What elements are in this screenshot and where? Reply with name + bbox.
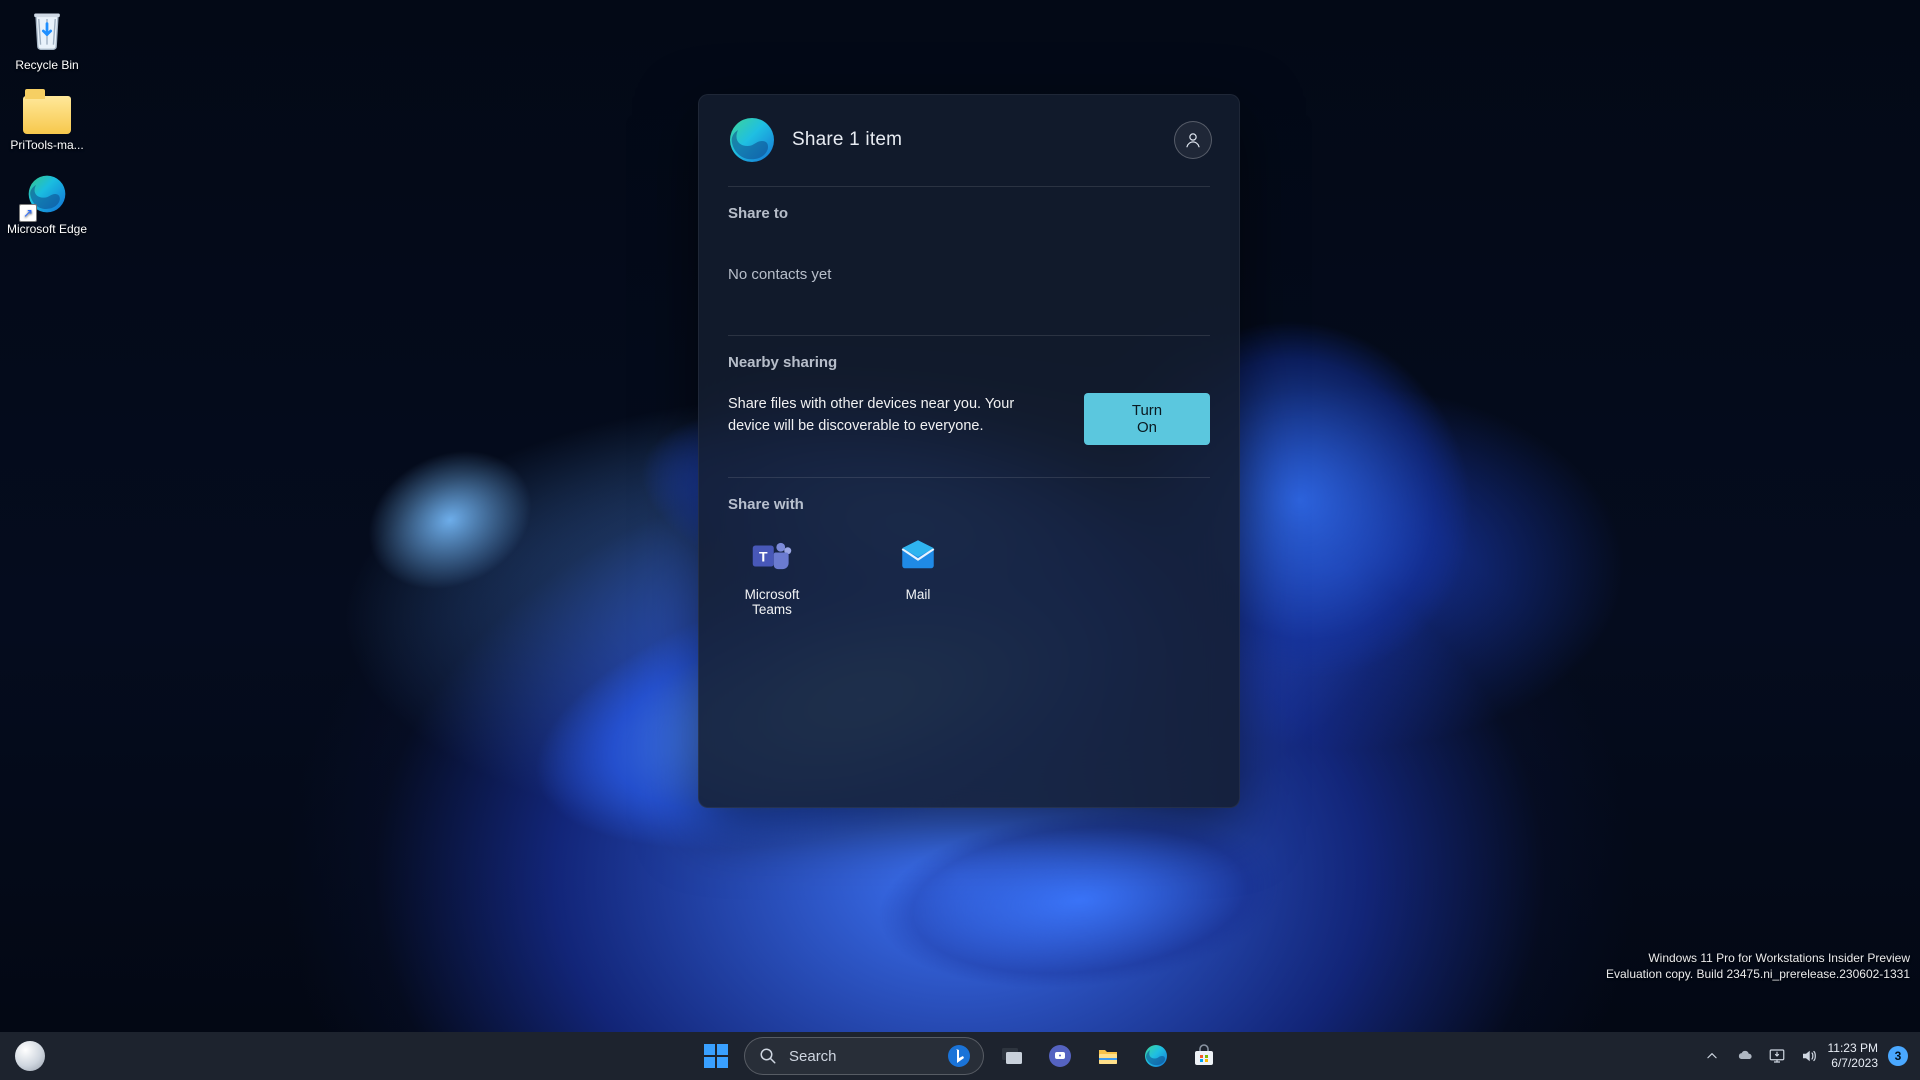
share-dialog-header: Share 1 item: [698, 94, 1240, 186]
watermark-line-2: Evaluation copy. Build 23475.ni_prerelea…: [1606, 966, 1910, 982]
mail-icon: [897, 535, 939, 577]
share-with-apps: T Microsoft Teams Mail: [698, 513, 1240, 617]
recycle-bin-icon[interactable]: Recycle Bin: [6, 6, 88, 72]
share-with-mail[interactable]: Mail: [874, 535, 962, 617]
taskbar-search[interactable]: Search: [744, 1037, 984, 1075]
file-explorer-icon: [1095, 1043, 1121, 1069]
teams-icon: T: [751, 535, 793, 577]
folder-icon: [23, 96, 71, 134]
no-contacts-text: No contacts yet: [698, 222, 1240, 335]
person-icon: [1184, 131, 1202, 149]
desktop-icons: Recycle Bin PriTools-ma... ↗: [6, 6, 88, 236]
taskbar: Search: [0, 1032, 1920, 1080]
chevron-up-icon: [1705, 1049, 1719, 1063]
taskbar-right: 11:23 PM 6/7/2023 3: [1698, 1036, 1920, 1076]
share-with-heading: Share with: [698, 496, 1240, 513]
taskbar-store[interactable]: [1184, 1036, 1224, 1076]
edge-icon: [728, 116, 776, 164]
taskbar-time: 11:23 PM: [1828, 1041, 1878, 1056]
shortcut-arrow-icon: ↗: [19, 204, 37, 222]
taskbar-date: 6/7/2023: [1828, 1056, 1878, 1071]
tray-overflow-button[interactable]: [1698, 1036, 1726, 1076]
notification-badge[interactable]: 3: [1888, 1046, 1908, 1066]
desktop-edge-shortcut[interactable]: ↗ Microsoft Edge: [6, 170, 88, 236]
desktop: Recycle Bin PriTools-ma... ↗: [0, 0, 1920, 1032]
search-icon: [759, 1047, 777, 1065]
share-dialog-title: Share 1 item: [792, 129, 902, 151]
speaker-icon: [1800, 1047, 1818, 1065]
windows-watermark: Windows 11 Pro for Workstations Insider …: [1606, 950, 1910, 982]
svg-text:T: T: [759, 548, 768, 564]
start-button[interactable]: [696, 1036, 736, 1076]
taskbar-clock[interactable]: 11:23 PM 6/7/2023: [1828, 1041, 1878, 1071]
system-tray[interactable]: [1736, 1047, 1818, 1065]
taskbar-center: Search: [696, 1036, 1224, 1076]
desktop-folder[interactable]: PriTools-ma...: [6, 90, 88, 152]
nearby-sharing-section: Share files with other devices near you.…: [698, 371, 1240, 477]
taskbar-edge[interactable]: [1136, 1036, 1176, 1076]
desktop-folder-label: PriTools-ma...: [10, 138, 83, 152]
trash-icon: [23, 6, 71, 54]
share-dialog: Share 1 item Share to No contacts yet Ne…: [698, 94, 1240, 808]
taskbar-search-label: Search: [789, 1048, 837, 1065]
taskbar-chat[interactable]: [1040, 1036, 1080, 1076]
nearby-sharing-heading: Nearby sharing: [698, 354, 1240, 371]
share-with-teams-label: Microsoft Teams: [728, 587, 816, 617]
taskbar-explorer[interactable]: [1088, 1036, 1128, 1076]
task-view-button[interactable]: [992, 1036, 1032, 1076]
task-view-icon: [999, 1043, 1025, 1069]
update-icon: [1768, 1047, 1786, 1065]
share-with-mail-label: Mail: [906, 587, 931, 602]
weather-widget[interactable]: [10, 1036, 50, 1076]
store-icon: [1191, 1043, 1217, 1069]
turn-on-button[interactable]: Turn On: [1084, 393, 1210, 445]
share-to-heading: Share to: [698, 187, 1240, 222]
bing-icon: [947, 1044, 971, 1068]
weather-icon: [15, 1041, 45, 1071]
chat-icon: [1047, 1043, 1073, 1069]
share-with-teams[interactable]: T Microsoft Teams: [728, 535, 816, 617]
recycle-bin-label: Recycle Bin: [15, 58, 78, 72]
watermark-line-1: Windows 11 Pro for Workstations Insider …: [1606, 950, 1910, 966]
edge-icon: ↗: [23, 170, 71, 218]
onedrive-icon: [1736, 1047, 1754, 1065]
desktop-edge-label: Microsoft Edge: [7, 222, 87, 236]
nearby-sharing-copy: Share files with other devices near you.…: [728, 393, 1058, 438]
edge-icon: [1143, 1043, 1169, 1069]
account-button[interactable]: [1174, 121, 1212, 159]
windows-icon: [703, 1043, 729, 1069]
